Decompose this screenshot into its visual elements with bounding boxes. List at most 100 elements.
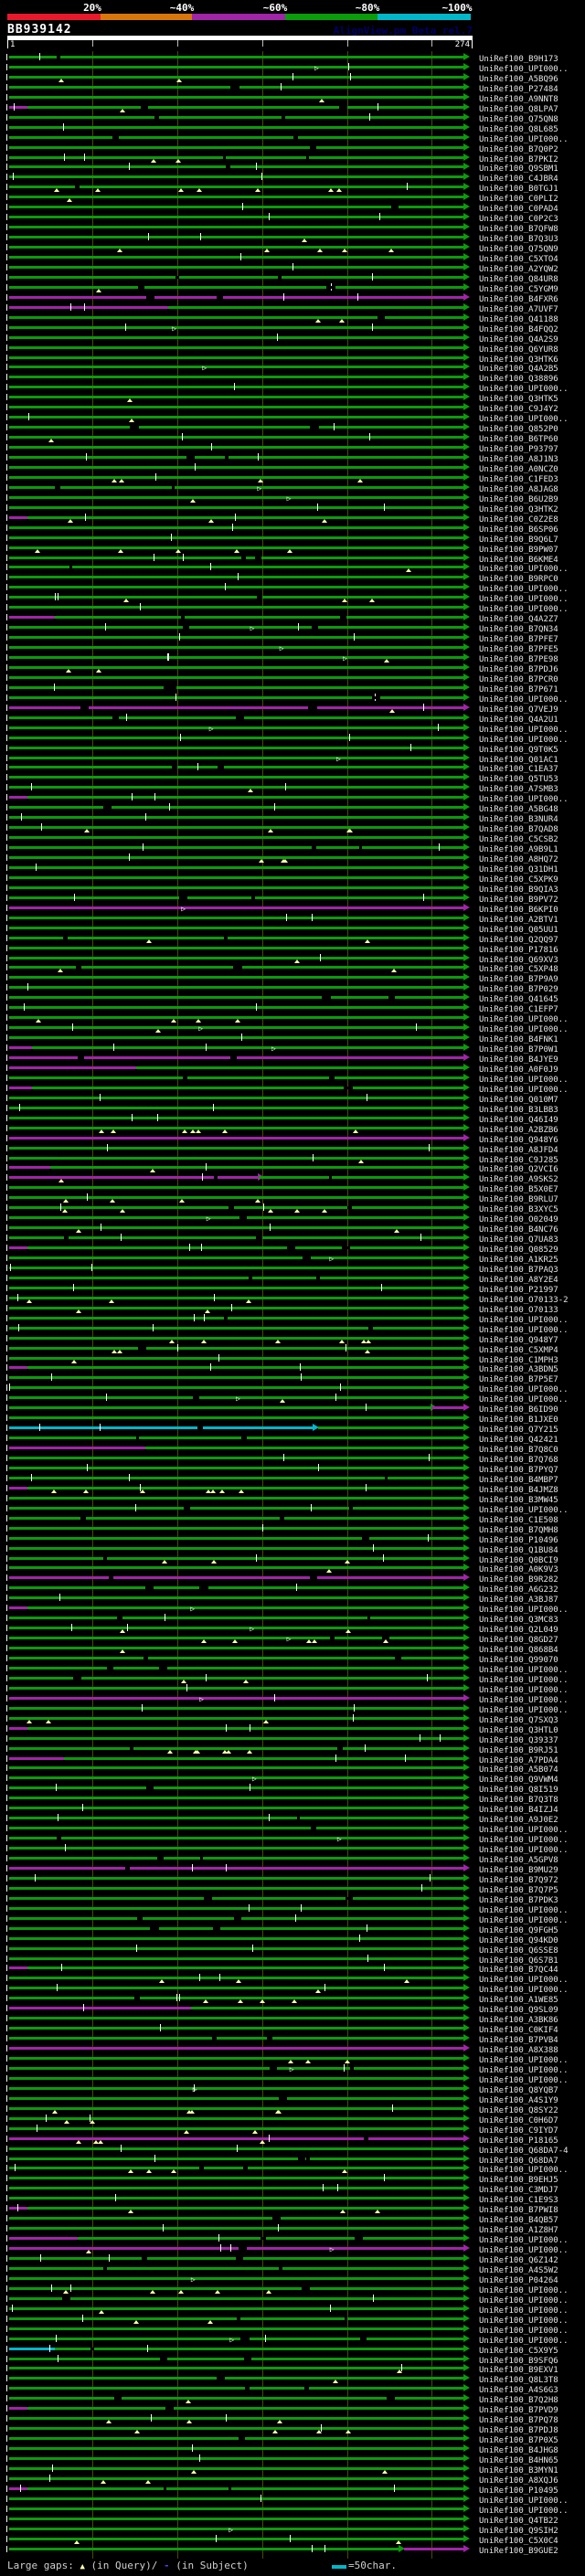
alignment-row[interactable]: UniRef100_UPI000.. [0,793,585,804]
hit-label[interactable]: UniRef100_C1E9S3 [479,2196,558,2205]
alignment-row[interactable]: UniRef100_C9J4Y2 [0,403,585,414]
alignment-row[interactable]: UniRef100_B4JHG8 [0,2444,585,2455]
hit-label[interactable]: UniRef100_C9IYD7 [479,2126,558,2136]
hit-label[interactable]: UniRef100_A9NNT8 [479,95,558,104]
hit-label[interactable]: UniRef100_Q9FGH5 [479,1926,558,1935]
alignment-row[interactable]: UniRef100_Q42421 [0,1434,585,1445]
alignment-row[interactable]: UniRef100_UPI000.. [0,2164,585,2175]
alignment-row[interactable]: UniRef100_B9EHJ5 [0,2174,585,2185]
alignment-row[interactable]: UniRef100_B3MYN1 [0,2464,585,2475]
alignment-row[interactable]: UniRef100_Q99070 [0,1654,585,1665]
alignment-row[interactable]: UniRef100_Q868B4 [0,1644,585,1655]
hit-label[interactable]: UniRef100_Q41188 [479,315,558,324]
hit-label[interactable]: UniRef100_A2BZB6 [479,1126,558,1135]
alignment-row[interactable]: ▷ UniRef100_O02049 [0,1214,585,1224]
hit-label[interactable]: UniRef100_UPI000.. [479,415,569,424]
hit-label[interactable]: UniRef100_UPI000.. [479,2076,569,2085]
hit-label[interactable]: UniRef100_Q2L049 [479,1626,558,1635]
hit-label[interactable]: UniRef100_C1EA37 [479,765,558,774]
hit-label[interactable]: UniRef100_B6ID90 [479,1405,558,1415]
hit-label[interactable]: UniRef100_Q6YUR8 [479,345,558,355]
alignment-row[interactable]: UniRef100_C0KIF4 [0,2024,585,2035]
alignment-row[interactable]: UniRef100_A9SKS2 [0,1173,585,1184]
alignment-row[interactable]: ▷ UniRef100_Q8YQB7 [0,2083,585,2095]
alignment-row[interactable]: UniRef100_B9EXV1 [0,2364,585,2375]
hit-label[interactable]: UniRef100_C0H6D7 [479,2116,558,2125]
alignment-row[interactable]: UniRef100_A3BK86 [0,2014,585,2025]
alignment-row[interactable]: UniRef100_C0Z2E8 [0,513,585,525]
alignment-row[interactable]: UniRef100_Q9SBM1 [0,163,585,174]
hit-label[interactable]: UniRef100_Q6S7B1 [479,1956,558,1966]
alignment-row[interactable]: UniRef100_B4FXR6 [0,292,585,304]
hit-label[interactable]: UniRef100_Q4A2B5 [479,365,558,374]
alignment-row[interactable]: UniRef100_B3XYC5 [0,1203,585,1214]
hit-label[interactable]: UniRef100_B3XYC5 [479,1205,558,1214]
hit-label[interactable]: UniRef100_Q7Y215 [479,1426,558,1435]
hit-label[interactable]: UniRef100_Q9SIH2 [479,2527,558,2536]
alignment-row[interactable]: UniRef100_A7PDA4 [0,1754,585,1765]
hit-label[interactable]: UniRef100_C0Z2E8 [479,515,558,525]
alignment-row[interactable]: UniRef100_UPI000.. [0,1013,585,1024]
hit-label[interactable]: UniRef100_A8Y2E4 [479,1276,558,1285]
hit-label[interactable]: UniRef100_UPI000.. [479,1395,569,1405]
hit-label[interactable]: UniRef100_B5X0E7 [479,1185,558,1194]
alignment-row[interactable]: UniRef100_Q3HTK5 [0,393,585,404]
alignment-row[interactable]: UniRef100_A2BZB6 [0,1123,585,1135]
hit-label[interactable]: UniRef100_C5CSB2 [479,835,558,844]
alignment-row[interactable]: UniRef100_Q4A2S9 [0,333,585,345]
hit-label[interactable]: UniRef100_Q99070 [479,1656,558,1665]
alignment-row[interactable]: UniRef100_Q3MC83 [0,1614,585,1625]
alignment-row[interactable]: UniRef100_UPI000.. [0,1083,585,1095]
alignment-row[interactable]: UniRef100_UPI000.. [0,2234,585,2245]
hit-label[interactable]: UniRef100_C5XTO4 [479,255,558,264]
alignment-row[interactable]: UniRef100_Q41188 [0,313,585,324]
alignment-row[interactable]: UniRef100_B7PQ78 [0,2414,585,2425]
alignment-row[interactable]: UniRef100_B7QC44 [0,1964,585,1975]
alignment-row[interactable]: UniRef100_A5BQ96 [0,72,585,84]
hit-label[interactable]: UniRef100_C1MPH3 [479,1356,558,1365]
hit-label[interactable]: UniRef100_Q4A2S9 [479,335,558,345]
hit-label[interactable]: UniRef100_B7P671 [479,685,558,694]
alignment-row[interactable]: ▷ UniRef100_B7P0W1 [0,1044,585,1055]
hit-label[interactable]: UniRef100_A8X388 [479,2046,558,2055]
alignment-row[interactable]: UniRef100_B7Q8C0 [0,1444,585,1455]
alignment-row[interactable]: UniRef100_UPI000.. [0,2504,585,2516]
hit-label[interactable]: UniRef100_B9MU29 [479,1866,558,1875]
hit-label[interactable]: UniRef100_B4JMZ8 [479,1486,558,1495]
hit-label[interactable]: UniRef100_C4JBR4 [479,175,558,184]
alignment-row[interactable]: UniRef100_P17816 [0,943,585,955]
alignment-row[interactable]: UniRef100_C1EA37 [0,763,585,774]
hit-label[interactable]: UniRef100_A6G232 [479,1585,558,1595]
alignment-row[interactable]: ▷ UniRef100_Q9SIH2 [0,2524,585,2536]
hit-label[interactable]: UniRef100_A7UVF7 [479,305,558,314]
alignment-row[interactable]: UniRef100_Q84UR8 [0,272,585,284]
alignment-row[interactable]: UniRef100_B7QMH8 [0,1523,585,1535]
alignment-row[interactable]: UniRef100_B4JYE9 [0,1054,585,1065]
alignment-row[interactable]: UniRef100_Q6S7B1 [0,1954,585,1966]
alignment-row[interactable]: UniRef100_Q3HTK6 [0,353,585,365]
alignment-row[interactable]: UniRef100_B5X0E7 [0,1183,585,1194]
alignment-row[interactable]: UniRef100_B4NC76 [0,1224,585,1235]
hit-label[interactable]: UniRef100_B3NUR4 [479,815,558,824]
alignment-row[interactable]: UniRef100_Q6Z142 [0,2254,585,2265]
hit-label[interactable]: UniRef100_A8JAG8 [479,485,558,494]
hit-label[interactable]: UniRef100_Q8L3T8 [479,2376,558,2385]
hit-label[interactable]: UniRef100_UPI000.. [479,585,569,594]
hit-label[interactable]: UniRef100_P93797 [479,445,558,454]
alignment-row[interactable]: ▷ UniRef100_B7QN34 [0,623,585,634]
alignment-row[interactable]: ▷ UniRef100_UPI000.. [0,2063,585,2075]
alignment-row[interactable]: UniRef100_UPI000.. [0,1663,585,1675]
alignment-row[interactable]: UniRef100_C5XPK9 [0,873,585,885]
hit-label[interactable]: UniRef100_A3BJ87 [479,1595,558,1605]
alignment-row[interactable]: UniRef100_B7Q3U3 [0,233,585,244]
alignment-row[interactable]: UniRef100_C3MDJ7 [0,2184,585,2195]
hit-label[interactable]: UniRef100_B9EHJ5 [479,2176,558,2185]
alignment-row[interactable]: UniRef100_UPI000.. [0,1903,585,1915]
hit-label[interactable]: UniRef100_UPI000.. [479,2496,569,2506]
alignment-row[interactable]: ▷ UniRef100_A8JAG8 [0,482,585,494]
hit-label[interactable]: UniRef100_B7QMH8 [479,1526,558,1535]
hit-label[interactable]: UniRef100_A5B074 [479,1765,558,1775]
hit-label[interactable]: UniRef100_UPI000.. [479,1076,569,1085]
alignment-row[interactable]: UniRef100_Q08529 [0,1244,585,1255]
hit-label[interactable]: UniRef100_Q9SL09 [479,2006,558,2015]
